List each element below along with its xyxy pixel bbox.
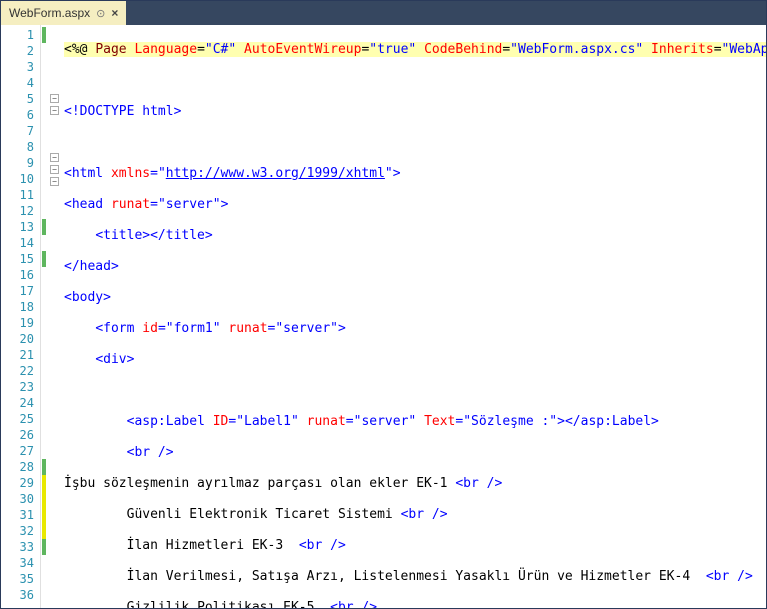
fold-column: − − − − −: [47, 25, 62, 608]
fold-toggle[interactable]: −: [50, 165, 59, 174]
fold-toggle[interactable]: −: [50, 94, 59, 103]
line-numbers: 1234567891011121314151617181920212223242…: [1, 25, 41, 608]
code-editor[interactable]: 1234567891011121314151617181920212223242…: [1, 25, 766, 608]
fold-toggle[interactable]: −: [50, 153, 59, 162]
fold-toggle[interactable]: −: [50, 106, 59, 115]
editor-window: WebForm.aspx ⊙ × 12345678910111213141516…: [0, 0, 767, 609]
close-icon[interactable]: ×: [111, 6, 118, 20]
code-content[interactable]: <%@ Page Language="C#" AutoEventWireup="…: [62, 25, 766, 608]
fold-toggle[interactable]: −: [50, 177, 59, 186]
tab-label: WebForm.aspx: [9, 6, 90, 20]
file-tab[interactable]: WebForm.aspx ⊙ ×: [1, 1, 126, 25]
tab-bar: WebForm.aspx ⊙ ×: [1, 1, 766, 25]
pin-icon[interactable]: ⊙: [96, 7, 105, 20]
